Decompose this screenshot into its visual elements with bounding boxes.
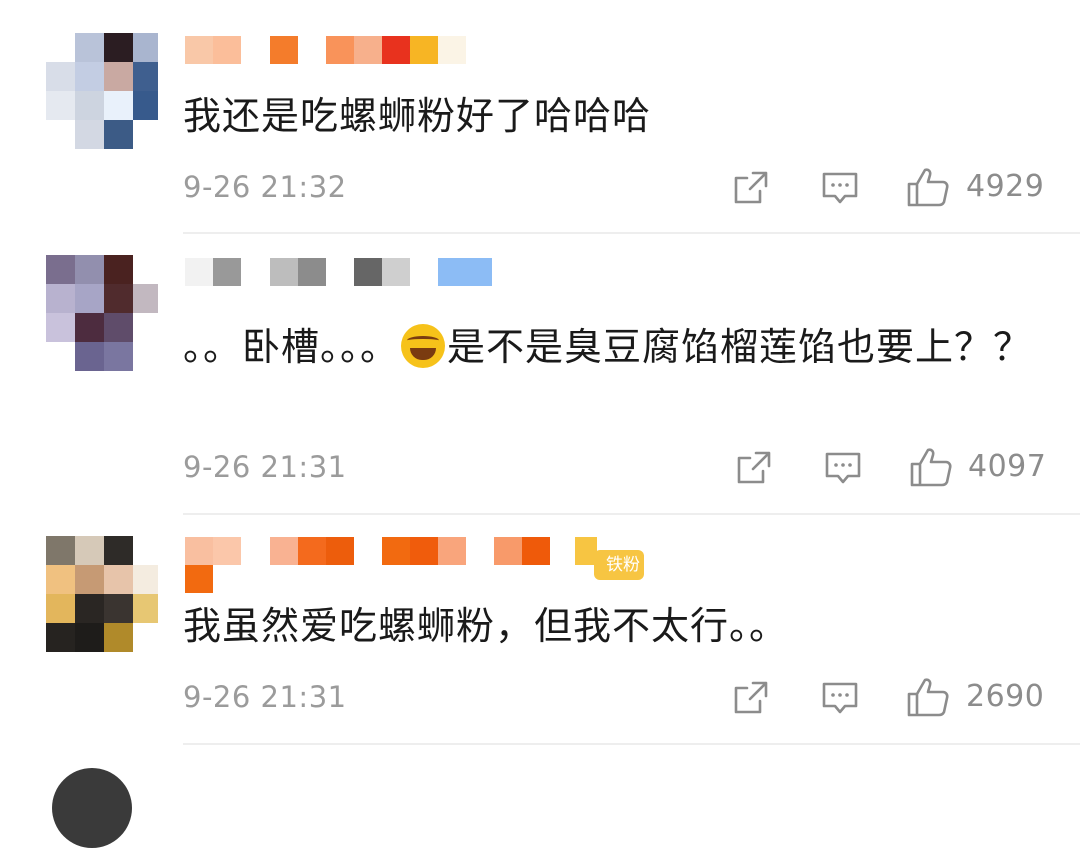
fan-badge: 铁粉 (594, 550, 644, 580)
divider (183, 743, 1080, 745)
thumbs-up-icon[interactable] (906, 676, 950, 718)
avatar[interactable] (52, 768, 132, 848)
comment-icon[interactable] (820, 680, 860, 718)
share-icon[interactable] (733, 680, 769, 716)
avatar[interactable] (36, 536, 158, 652)
comment-text: 我虽然爱吃螺蛳粉，但我不太行。。 (183, 604, 789, 648)
comment-item: 铁粉 我虽然爱吃螺蛳粉，但我不太行。。 9-26 21:31 2690 (0, 0, 1080, 745)
comment-time: 9-26 21:31 (183, 680, 347, 714)
like-count: 2690 (966, 679, 1045, 714)
